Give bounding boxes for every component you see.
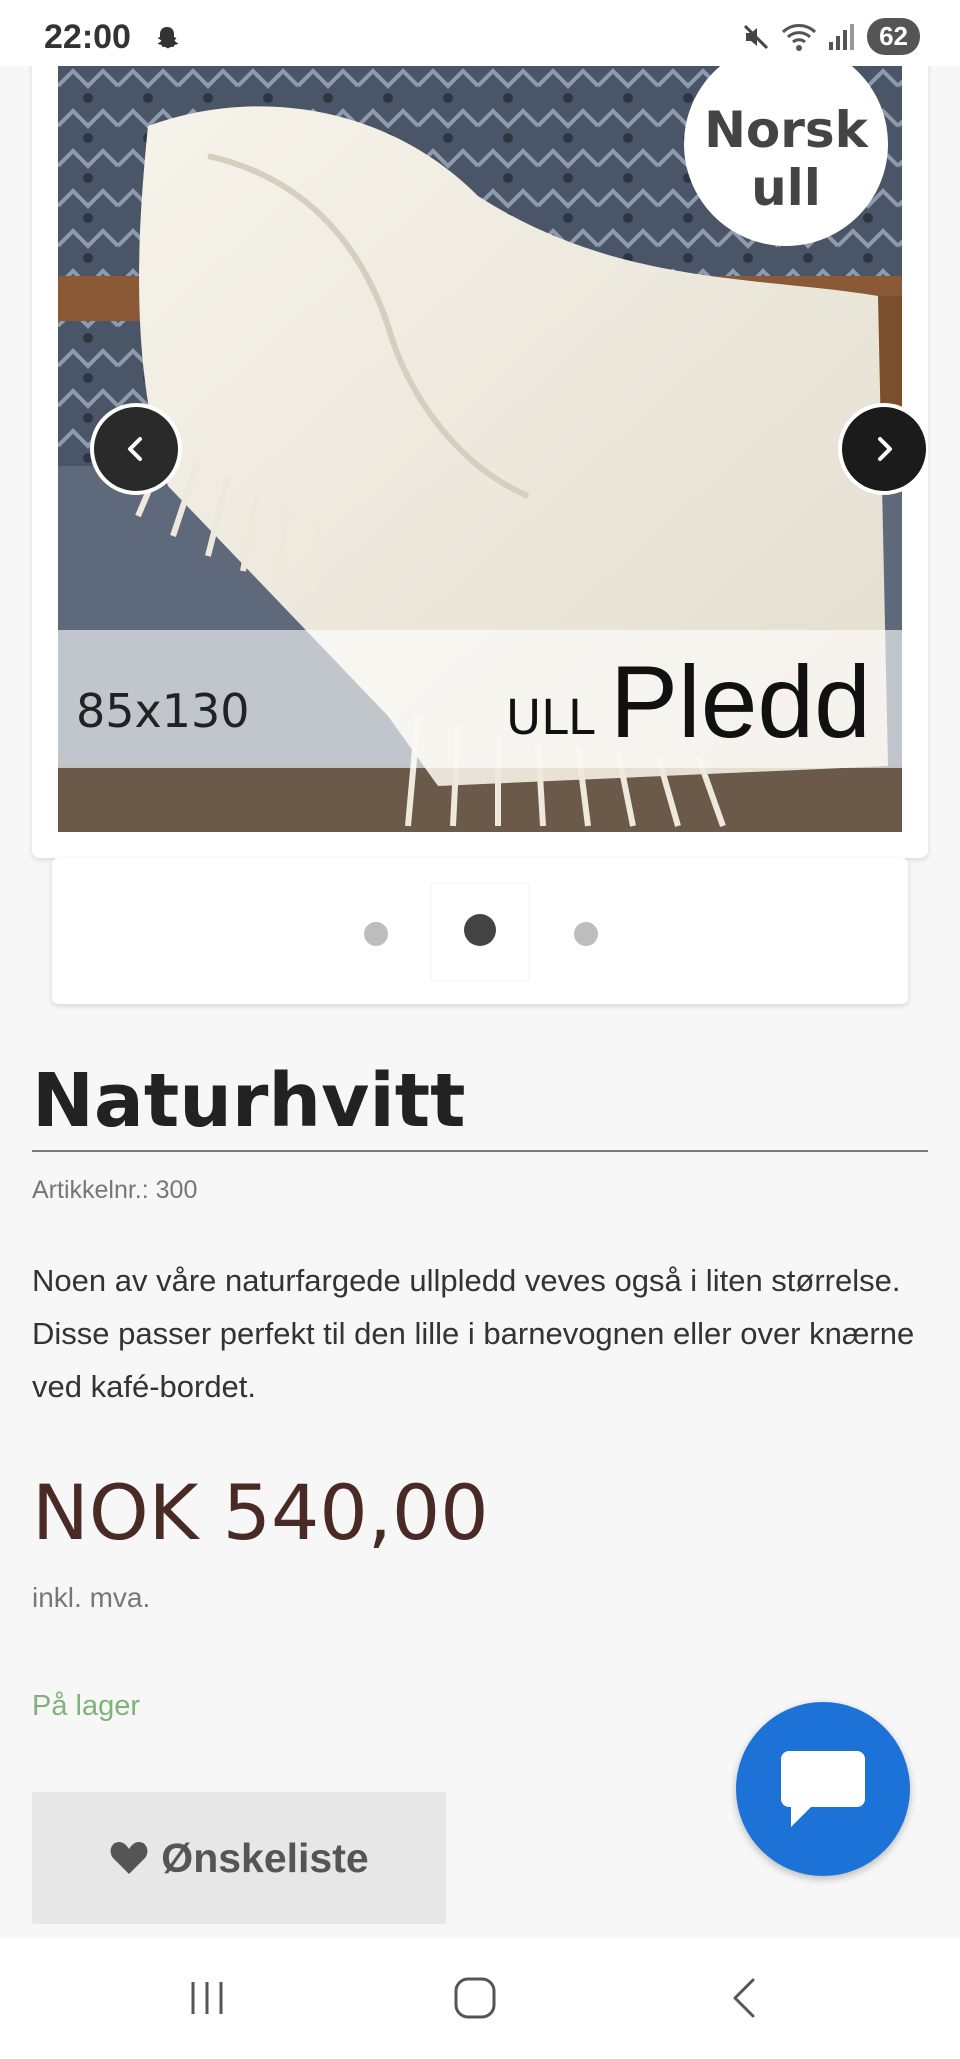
home-button[interactable] (440, 1968, 510, 2028)
recents-button[interactable] (172, 1968, 242, 2028)
gallery-prev-button[interactable] (90, 403, 182, 495)
heart-icon (110, 1842, 148, 1874)
badge-line-1: Norsk (704, 101, 868, 159)
wishlist-label: Ønskeliste (161, 1834, 369, 1881)
recents-icon (191, 1982, 223, 2014)
signal-icon (829, 23, 855, 50)
battery-indicator: 62 (867, 18, 920, 55)
chat-button[interactable] (736, 1702, 910, 1876)
chat-bubble-icon (781, 1751, 865, 1827)
product-image: Norsk ull 85x130 ULL Pledd (58, 66, 902, 832)
product-description: Noen av våre naturfargede ullpledd veves… (32, 1263, 915, 1404)
mute-icon (744, 24, 769, 49)
wishlist-button[interactable]: Ønskeliste (32, 1792, 446, 1924)
wifi-icon (782, 23, 817, 51)
system-nav-bar (0, 1938, 960, 2059)
chevron-right-icon (878, 437, 892, 461)
status-time: 22:00 (44, 18, 131, 56)
chevron-left-icon (128, 437, 142, 461)
home-icon (454, 1977, 496, 2019)
status-bar: 22:00 62 (0, 0, 960, 66)
back-button[interactable] (710, 1968, 780, 2028)
badge-line-2: ull (751, 159, 821, 217)
title-divider (32, 1150, 928, 1152)
image-size-text: 85x130 (76, 684, 250, 738)
gallery-dot-1[interactable] (364, 922, 388, 946)
vat-note: inkl. mva. (32, 1582, 151, 1613)
stock-status: På lager (32, 1690, 141, 1722)
gallery-dot-3[interactable] (574, 922, 598, 946)
status-icons: 62 (741, 18, 920, 55)
image-pledd-text: Pledd (610, 645, 871, 759)
gallery-dot-2[interactable] (464, 914, 496, 946)
product-title: Naturhvitt (32, 1058, 466, 1144)
product-price: NOK 540,00 (32, 1468, 489, 1557)
image-ull-text: ULL (506, 690, 595, 746)
snapchat-icon (157, 27, 179, 49)
gallery-pagination (52, 858, 908, 1004)
product-gallery: Norsk ull 85x130 ULL Pledd (32, 40, 928, 858)
article-number: Artikkelnr.: 300 (32, 1176, 198, 1204)
gallery-next-button[interactable] (838, 403, 928, 495)
back-icon (733, 1978, 755, 2018)
